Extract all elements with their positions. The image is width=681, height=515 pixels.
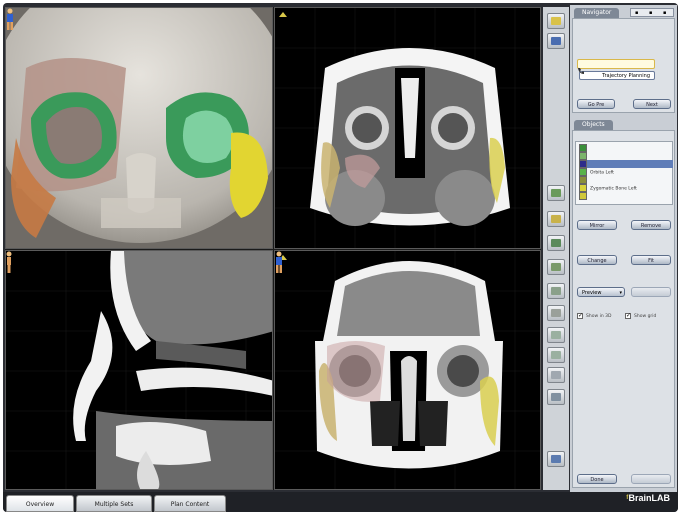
chevron-down-icon: ▾ bbox=[619, 290, 622, 296]
viewport-axial[interactable] bbox=[274, 7, 541, 249]
show-in-3d-checkbox[interactable]: ✓ bbox=[577, 312, 584, 319]
minimize-icon[interactable]: ▪ bbox=[635, 10, 638, 16]
tab-plan-content[interactable]: Plan Content bbox=[154, 495, 226, 512]
rotate-tool-button[interactable] bbox=[547, 305, 565, 321]
tool-column bbox=[543, 7, 569, 490]
arrow-down-icon bbox=[551, 351, 561, 359]
home-view-tool-button[interactable] bbox=[547, 13, 565, 29]
brainlab-logo: ᶠBrainLAB bbox=[626, 493, 670, 503]
viewport-3d[interactable] bbox=[5, 7, 273, 249]
orientation-figure-icon bbox=[7, 8, 13, 30]
zoom-tool-button[interactable] bbox=[547, 259, 565, 275]
mirror-button[interactable]: Mirror bbox=[577, 220, 617, 230]
viewport-coronal[interactable] bbox=[274, 250, 541, 490]
bottom-bar: Overview Multiple Sets Plan Content ᶠBra… bbox=[3, 492, 678, 512]
object-item[interactable]: Orbita Left bbox=[579, 168, 673, 176]
color-swatch bbox=[579, 144, 587, 152]
disabled-button bbox=[631, 474, 671, 484]
color-swatch bbox=[579, 176, 587, 184]
object-item[interactable] bbox=[579, 144, 673, 152]
maximize-icon[interactable]: ▪ bbox=[649, 10, 652, 16]
navigator-tab[interactable]: Navigator bbox=[574, 8, 620, 18]
skull-3d-render bbox=[6, 8, 272, 248]
camera-icon bbox=[551, 371, 561, 379]
home-view-icon bbox=[551, 17, 561, 25]
wrench-icon bbox=[551, 37, 561, 45]
right-sidebar: Navigator ▪ ▪ ▪ Trajectory Planning Go P… bbox=[570, 5, 677, 493]
pan-icon bbox=[551, 239, 561, 247]
objects-tab[interactable]: Objects bbox=[574, 120, 613, 130]
objects-list: Orbita Left Zygomatic Bone Left bbox=[575, 141, 673, 205]
object-label: Zygomatic Bone Left bbox=[590, 186, 637, 192]
layers-icon bbox=[551, 215, 561, 223]
object-item[interactable] bbox=[579, 176, 673, 184]
done-button[interactable]: Done bbox=[577, 474, 617, 484]
rotate-icon bbox=[551, 309, 561, 317]
show-grid-label: Show grid bbox=[634, 314, 657, 319]
fit-button[interactable]: Fit bbox=[631, 255, 671, 265]
navigator-section: Trajectory Planning Go Pre Next bbox=[572, 18, 675, 113]
color-swatch bbox=[579, 192, 587, 200]
window-controls: ▪ ▪ ▪ bbox=[630, 8, 674, 17]
color-swatch bbox=[579, 160, 587, 168]
layout-tool-button[interactable] bbox=[547, 451, 565, 467]
show-in-3d-label: Show in 3D bbox=[586, 314, 612, 319]
viewer-area bbox=[5, 7, 541, 490]
slice-up-tool-button[interactable] bbox=[547, 327, 565, 343]
object-item[interactable] bbox=[579, 152, 673, 160]
layout-icon bbox=[551, 455, 561, 463]
disabled-button bbox=[631, 287, 671, 297]
orientation-figure-icon bbox=[6, 251, 12, 273]
checkmark-icon: ✓ bbox=[578, 312, 584, 319]
navigator-step-2[interactable]: Trajectory Planning bbox=[579, 71, 655, 80]
preview-dropdown[interactable]: Preview ▾ bbox=[577, 287, 625, 297]
brand-text: BrainLAB bbox=[628, 493, 670, 503]
object-item[interactable]: Zygomatic Bone Left bbox=[579, 184, 673, 192]
phone-icon bbox=[578, 68, 584, 74]
color-swatch bbox=[579, 184, 587, 192]
zoom-icon bbox=[551, 263, 561, 271]
tab-overview[interactable]: Overview bbox=[6, 495, 74, 512]
sagittal-ct-image bbox=[6, 251, 272, 489]
screenshot-tool-button[interactable] bbox=[547, 367, 565, 383]
tab-multiple-sets[interactable]: Multiple Sets bbox=[76, 495, 152, 512]
color-swatch bbox=[579, 168, 587, 176]
object-label: Orbita Left bbox=[590, 170, 614, 176]
dropdown-value: Preview bbox=[582, 290, 602, 296]
axial-ct-image bbox=[275, 8, 540, 248]
print-icon bbox=[551, 393, 561, 401]
change-button[interactable]: Change bbox=[577, 255, 617, 265]
application-window: Navigator ▪ ▪ ▪ Trajectory Planning Go P… bbox=[3, 3, 678, 512]
close-icon[interactable]: ▪ bbox=[663, 10, 666, 16]
slice-down-tool-button[interactable] bbox=[547, 347, 565, 363]
print-tool-button[interactable] bbox=[547, 389, 565, 405]
viewport-sagittal[interactable] bbox=[5, 250, 273, 490]
orientation-figure-icon bbox=[276, 251, 282, 273]
measure-tool-button[interactable] bbox=[547, 185, 565, 201]
ruler-icon bbox=[551, 189, 561, 197]
contrast-icon bbox=[551, 287, 561, 295]
show-grid-checkbox[interactable]: ✓ bbox=[625, 312, 632, 319]
remove-button[interactable]: Remove bbox=[631, 220, 671, 230]
object-item-selected[interactable] bbox=[579, 160, 673, 168]
checkmark-icon: ✓ bbox=[626, 312, 632, 319]
arrow-up-icon bbox=[551, 331, 561, 339]
color-swatch bbox=[579, 152, 587, 160]
next-button[interactable]: Next bbox=[633, 99, 671, 109]
objects-section: Orbita Left Zygomatic Bone Left Mirror R… bbox=[572, 130, 675, 488]
settings-tool-button[interactable] bbox=[547, 33, 565, 49]
layers-tool-button[interactable] bbox=[547, 211, 565, 227]
pan-tool-button[interactable] bbox=[547, 235, 565, 251]
object-item[interactable] bbox=[579, 192, 673, 200]
back-button[interactable]: Go Pre bbox=[577, 99, 615, 109]
navigator-step-1[interactable] bbox=[577, 59, 655, 69]
coronal-ct-image bbox=[275, 251, 540, 489]
window-level-tool-button[interactable] bbox=[547, 283, 565, 299]
